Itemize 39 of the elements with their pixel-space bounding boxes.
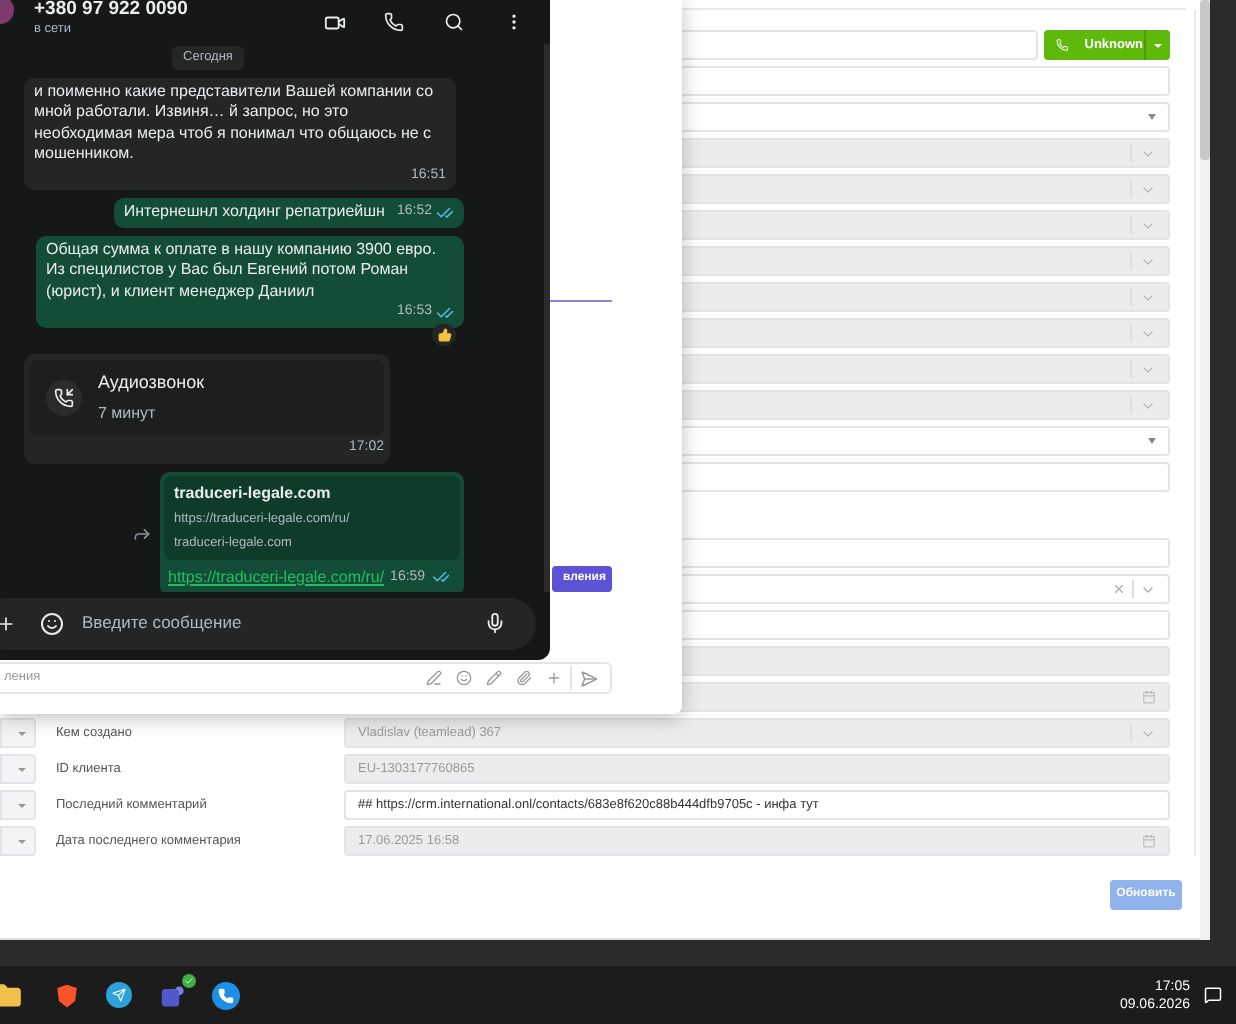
microphone-icon[interactable]	[484, 612, 506, 634]
message-link[interactable]: https://traduceri-legale.com/ru/	[168, 565, 385, 590]
message-text: и поименно какие представители Вашей компании со мной работали. Извиня… й запрос, но это необходимая мера чтоб я понимал что общаюсь не с мошенником.	[34, 81, 436, 166]
phone-icon	[1056, 38, 1069, 52]
sticker-icon[interactable]	[40, 611, 64, 635]
call-duration: 7 минут	[98, 401, 158, 425]
send-icon[interactable]	[580, 669, 598, 687]
check-badge	[182, 973, 196, 987]
message-text: Интернешнл холдинг репатриейшн	[123, 202, 385, 224]
preview-title: traduceri-legale.com	[174, 482, 333, 507]
contact-name: +380 97 922 0090	[34, 0, 188, 20]
search-icon[interactable]	[444, 12, 464, 32]
video-call-icon[interactable]	[324, 11, 346, 33]
attach-icon[interactable]	[516, 670, 532, 686]
caret-icon	[18, 731, 26, 735]
telegram-icon[interactable]	[106, 982, 132, 1008]
message-input[interactable]: Введите сообщение	[0, 597, 536, 649]
notification-icon[interactable]	[1204, 986, 1222, 1004]
message-text: Общая сумма к оплате в нашу компанию 3900 евро. Из специлистов у Вас был Евгений потом Роман (юрист), и клиент менеджер Даниил	[46, 239, 438, 303]
forward-icon[interactable]	[132, 524, 152, 544]
pen-icon[interactable]	[426, 670, 442, 686]
calendar-icon	[1142, 834, 1156, 848]
scrollbar[interactable]	[1200, 0, 1210, 940]
caret-icon	[18, 803, 26, 807]
phone-app-icon[interactable]	[212, 981, 240, 1009]
caret-icon	[18, 839, 26, 843]
call-title: Аудиозвонок	[98, 370, 205, 396]
caret-icon	[18, 767, 26, 771]
calendar-icon	[1142, 690, 1156, 704]
shield-icon[interactable]	[54, 981, 80, 1009]
edit-icon[interactable]	[486, 670, 502, 686]
phone-incoming-icon	[46, 379, 82, 416]
plus-icon[interactable]	[0, 613, 16, 633]
folder-icon[interactable]	[0, 981, 22, 1009]
caret-icon	[1148, 438, 1156, 444]
phone-icon[interactable]	[384, 12, 404, 32]
people-app-icon[interactable]	[160, 981, 188, 1009]
emoji-icon[interactable]	[456, 670, 472, 686]
caret-icon	[1148, 114, 1156, 120]
